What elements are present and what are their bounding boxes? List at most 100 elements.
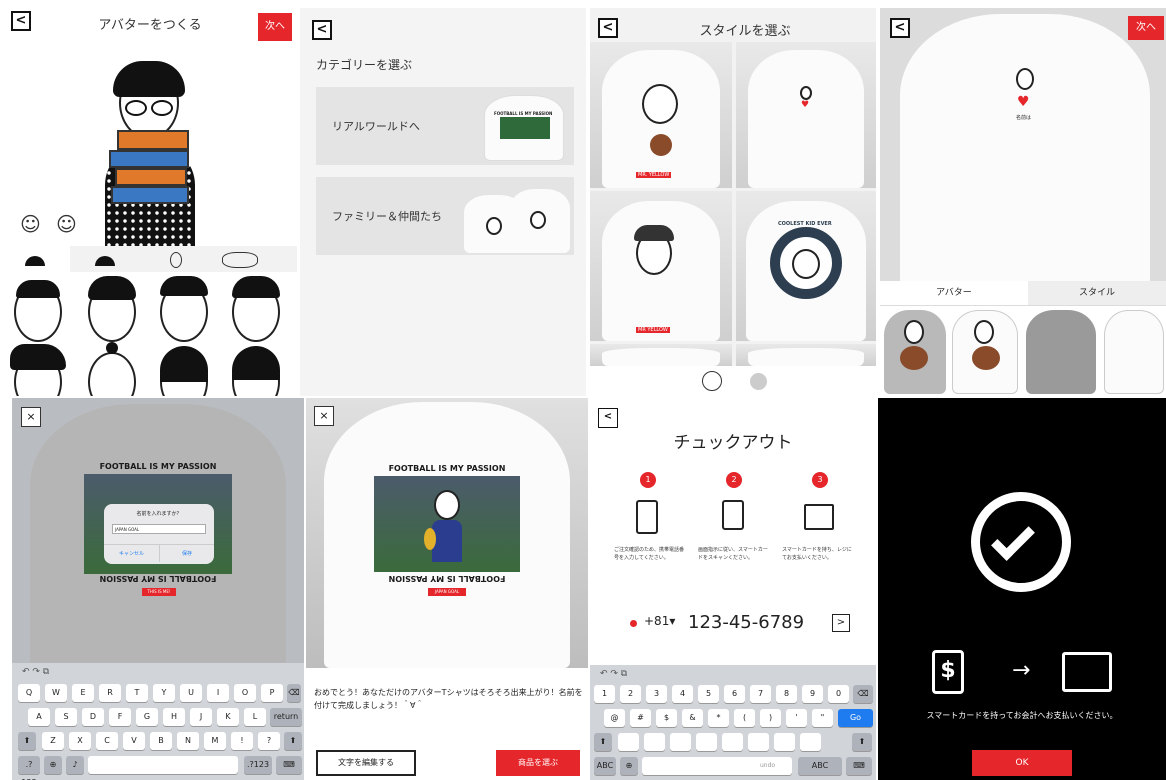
key[interactable]: T (126, 684, 148, 702)
key[interactable]: I (207, 684, 229, 702)
style-option[interactable]: ♥ (736, 42, 876, 188)
back-button[interactable]: < (890, 18, 910, 38)
name-input[interactable]: JAPAN GOAL (112, 524, 206, 534)
style-option[interactable]: MR YELLOW (590, 191, 732, 341)
key[interactable]: 4 (672, 685, 693, 703)
key[interactable]: F (109, 708, 131, 726)
key[interactable] (748, 733, 769, 751)
space-key[interactable] (88, 756, 238, 774)
globe-key[interactable]: ⊕ (620, 757, 638, 775)
tab-style[interactable]: スタイル (1028, 281, 1166, 305)
backspace-key[interactable]: ⌫ (287, 684, 301, 702)
key[interactable] (800, 733, 821, 751)
key[interactable]: & (682, 709, 703, 727)
key[interactable]: Q (18, 684, 40, 702)
key[interactable]: Y (153, 684, 175, 702)
close-button[interactable]: × (314, 406, 334, 426)
page-dot[interactable] (750, 373, 767, 390)
style-option[interactable]: MR. YELLOW (590, 42, 732, 188)
key[interactable]: * (708, 709, 729, 727)
numbers-key[interactable]: .?123 (18, 756, 40, 780)
back-button[interactable]: < (598, 408, 618, 428)
key[interactable]: P (261, 684, 283, 702)
style-option[interactable]: COOLEST KID EVER (736, 191, 876, 341)
category-card-family[interactable]: ファミリー＆仲間たち (316, 177, 574, 255)
thumb-option[interactable] (1104, 310, 1164, 394)
key[interactable]: 3 (646, 685, 667, 703)
key[interactable]: J (190, 708, 212, 726)
shift-key[interactable]: ⬆ (18, 732, 36, 750)
shift-key[interactable]: ⬆ (284, 732, 302, 750)
keyboard-hide-key[interactable]: ⌨ (276, 756, 302, 774)
key[interactable] (696, 733, 717, 751)
close-button[interactable]: × (21, 407, 41, 427)
abc-key[interactable]: ABC (594, 757, 616, 775)
key[interactable]: ! (231, 732, 253, 750)
key[interactable]: " (812, 709, 833, 727)
key[interactable]: ( (734, 709, 755, 727)
cancel-button[interactable]: キャンセル (104, 544, 159, 562)
key[interactable]: 8 (776, 685, 797, 703)
key[interactable]: L (244, 708, 266, 726)
keyboard-hide-key[interactable]: ⌨ (846, 757, 872, 775)
next-button[interactable]: 次へ (258, 13, 292, 41)
mic-key[interactable]: ♪ (66, 756, 84, 774)
return-key[interactable]: return (270, 708, 302, 726)
key[interactable] (774, 733, 795, 751)
back-button[interactable]: < (11, 11, 31, 31)
key[interactable]: W (45, 684, 67, 702)
key[interactable]: 0 (828, 685, 849, 703)
style-option[interactable] (590, 344, 732, 366)
choose-product-button[interactable]: 商品を選ぶ (496, 750, 580, 776)
key[interactable]: 6 (724, 685, 745, 703)
key[interactable]: Z (42, 732, 64, 750)
tab-avatar[interactable]: アバター (880, 281, 1028, 305)
key[interactable]: ? (258, 732, 280, 750)
go-key[interactable]: Go (838, 709, 873, 727)
key[interactable]: S (55, 708, 77, 726)
undo-icon[interactable]: ↶ ↷ ⧉ (600, 669, 627, 679)
numbers-key[interactable]: .?123 (244, 756, 272, 774)
ok-button[interactable]: OK (972, 750, 1072, 776)
key[interactable]: G (136, 708, 158, 726)
hair-option[interactable] (88, 352, 136, 396)
key[interactable]: M (204, 732, 226, 750)
shift-key[interactable]: ⬆ (852, 733, 872, 751)
shift-key[interactable]: ⬆ (594, 733, 612, 751)
key[interactable] (722, 733, 743, 751)
key[interactable]: 9 (802, 685, 823, 703)
country-code-select[interactable]: +81▾ (644, 614, 675, 628)
key[interactable]: K (217, 708, 239, 726)
key[interactable]: H (163, 708, 185, 726)
globe-key[interactable]: ⊕ (44, 756, 62, 774)
key[interactable] (618, 733, 639, 751)
key[interactable]: X (69, 732, 91, 750)
abc-key[interactable]: ABC (798, 757, 842, 775)
key[interactable]: V (123, 732, 145, 750)
key[interactable]: C (96, 732, 118, 750)
key[interactable]: E (72, 684, 94, 702)
undo-icon[interactable]: ↶ ↷ ⧉ (22, 667, 49, 677)
save-button[interactable]: 保存 (159, 544, 214, 562)
back-button[interactable]: < (312, 20, 332, 40)
key[interactable]: ' (786, 709, 807, 727)
key[interactable] (670, 733, 691, 751)
edit-text-button[interactable]: 文字を編集する (316, 750, 416, 776)
face-icon[interactable]: ☺ (20, 212, 41, 236)
key[interactable]: 5 (698, 685, 719, 703)
key[interactable] (644, 733, 665, 751)
key[interactable]: $ (656, 709, 677, 727)
submit-button[interactable]: > (832, 614, 850, 632)
key[interactable]: D (82, 708, 104, 726)
key[interactable]: N (177, 732, 199, 750)
style-option[interactable] (736, 344, 876, 366)
key[interactable]: # (630, 709, 651, 727)
face-icon[interactable]: ☺ (56, 212, 77, 236)
key[interactable]: O (234, 684, 256, 702)
next-button[interactable]: 次へ (1128, 16, 1164, 40)
key[interactable]: ) (760, 709, 781, 727)
key[interactable]: B (150, 732, 172, 750)
key[interactable]: 2 (620, 685, 641, 703)
thumb-option[interactable] (1026, 310, 1096, 394)
backspace-key[interactable]: ⌫ (853, 685, 873, 703)
